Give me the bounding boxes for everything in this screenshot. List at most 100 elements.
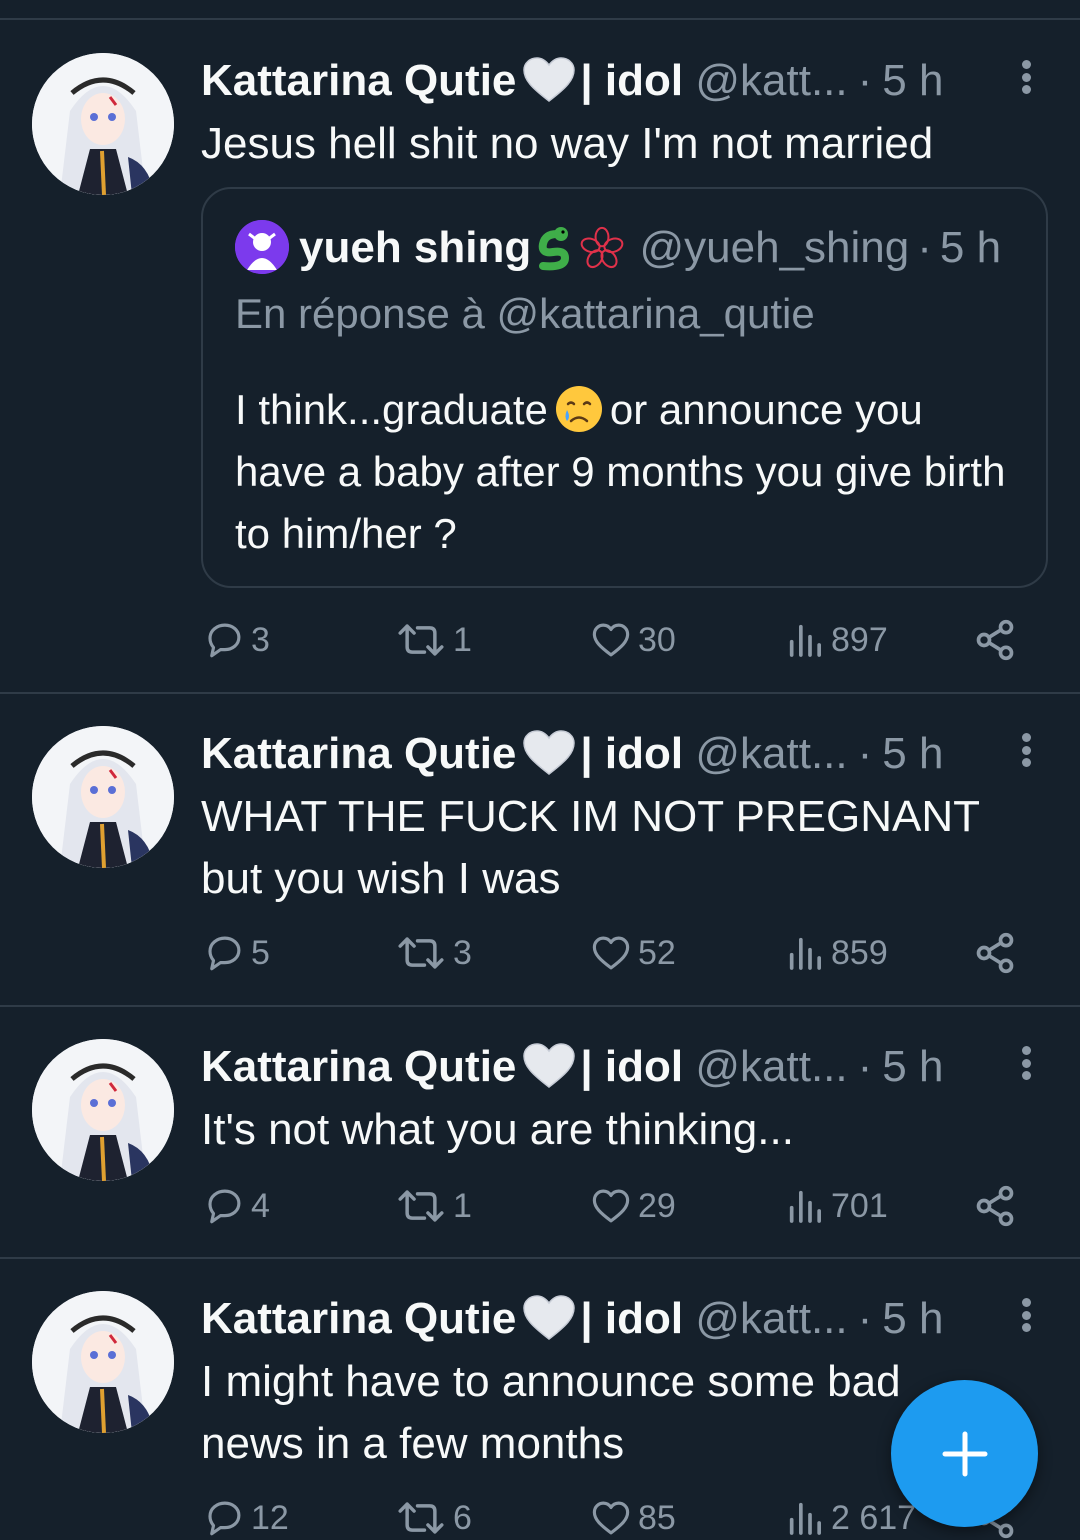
reply-icon [203, 1497, 245, 1539]
reply-button[interactable]: 4 [203, 1181, 270, 1231]
share-button[interactable] [973, 615, 1017, 665]
quoted-tweet[interactable]: yueh shing @yueh_shing · 5 h En réponse à … [201, 187, 1048, 588]
like-button[interactable]: 29 [590, 1181, 676, 1231]
views-icon [785, 932, 825, 974]
views-button[interactable]: 2 617 [785, 1493, 916, 1540]
share-button[interactable] [973, 1181, 1017, 1231]
display-name-suffix[interactable]: | idol [580, 729, 683, 778]
avatar[interactable] [32, 726, 174, 868]
handle[interactable]: @katt... [695, 729, 847, 778]
retweet-button[interactable]: 1 [395, 1181, 472, 1231]
reply-button[interactable]: 12 [203, 1493, 289, 1540]
retweet-count: 6 [453, 1498, 472, 1537]
display-name[interactable]: Kattarina Qutie [201, 1042, 516, 1091]
tweet[interactable]: Kattarina Qutie | idol @katt... · 5 h Jesus… [0, 21, 1080, 694]
more-options-icon[interactable] [1014, 1043, 1038, 1083]
like-button[interactable]: 52 [590, 928, 676, 978]
display-name[interactable]: Kattarina Qutie [201, 56, 516, 105]
reply-button[interactable]: 3 [203, 615, 270, 665]
like-button[interactable]: 85 [590, 1493, 676, 1540]
view-count: 701 [831, 1186, 888, 1225]
separator-dot: · [857, 56, 873, 105]
action-bar: 12 6 85 2 617 [201, 1493, 1021, 1540]
action-bar: 3 1 30 897 [201, 615, 1021, 665]
plus-icon [942, 1431, 987, 1476]
handle[interactable]: @katt... [695, 1294, 847, 1343]
like-button[interactable]: 30 [590, 615, 676, 665]
share-button[interactable] [973, 928, 1017, 978]
retweet-count: 1 [453, 620, 472, 659]
display-name-suffix[interactable]: | idol [580, 1042, 683, 1091]
more-options-icon[interactable] [1014, 1295, 1038, 1335]
avatar[interactable] [32, 53, 174, 195]
reply-count: 4 [251, 1186, 270, 1225]
retweet-count: 3 [453, 933, 472, 972]
display-name-suffix[interactable]: | idol [580, 56, 683, 105]
like-count: 85 [638, 1498, 676, 1537]
like-icon [590, 1497, 632, 1539]
tweet-header: Kattarina Qutie | idol @katt... · 5 h [201, 728, 1021, 780]
tweet[interactable]: Kattarina Qutie | idol @katt... · 5 h WHAT … [0, 694, 1080, 1007]
share-icon [973, 618, 1017, 662]
tweet-header: Kattarina Qutie | idol @katt... · 5 h [201, 1041, 1021, 1093]
like-icon [590, 932, 632, 974]
handle[interactable]: @katt... [695, 1042, 847, 1091]
reply-icon [203, 619, 245, 661]
views-icon [785, 1497, 825, 1539]
separator-dot: · [857, 729, 873, 778]
timestamp[interactable]: 5 h [882, 1294, 943, 1343]
views-button[interactable]: 859 [785, 928, 888, 978]
view-count: 2 617 [831, 1498, 917, 1537]
quoted-handle[interactable]: @yueh_shing [639, 223, 909, 272]
views-icon [785, 619, 825, 661]
quoted-display-name[interactable]: yueh shing [299, 223, 531, 272]
reply-count: 3 [251, 620, 270, 659]
views-button[interactable]: 701 [785, 1181, 888, 1231]
white-heart-icon [522, 730, 576, 776]
display-name[interactable]: Kattarina Qutie [201, 729, 516, 778]
quoted-tweet-header: yueh shing @yueh_shing · 5 h [235, 219, 1001, 277]
white-heart-icon [522, 57, 576, 103]
tweet-text-line: Jesus hell shit no way I'm not married [201, 119, 934, 168]
view-count: 859 [831, 933, 888, 972]
action-bar: 5 3 52 859 [201, 928, 1021, 978]
reply-context[interactable]: En réponse à @kattarina_qutie [235, 285, 815, 343]
retweet-button[interactable]: 6 [395, 1493, 472, 1540]
sakura-outline-icon [580, 226, 624, 269]
retweet-button[interactable]: 1 [395, 615, 472, 665]
views-icon [785, 1185, 825, 1227]
tweet-text: It's not what you are thinking... [201, 1099, 1021, 1161]
reply-icon [203, 932, 245, 974]
timestamp[interactable]: 5 h [882, 729, 943, 778]
reply-button[interactable]: 5 [203, 928, 270, 978]
compose-tweet-button[interactable] [891, 1380, 1038, 1527]
avatar[interactable] [32, 1291, 174, 1433]
avatar[interactable] [32, 1039, 174, 1181]
retweet-count: 1 [453, 1186, 472, 1225]
quoted-avatar[interactable] [235, 220, 289, 274]
reply-count: 5 [251, 933, 270, 972]
display-name[interactable]: Kattarina Qutie [201, 1294, 516, 1343]
more-options-icon[interactable] [1014, 57, 1038, 97]
like-count: 29 [638, 1186, 676, 1225]
separator-dot: · [857, 1042, 873, 1091]
retweet-icon [395, 1185, 447, 1227]
tweet-header: Kattarina Qutie | idol @katt... · 5 h [201, 1293, 1021, 1345]
retweet-icon [395, 932, 447, 974]
quoted-text-part: I think...graduate [235, 386, 548, 433]
quoted-timestamp[interactable]: 5 h [940, 223, 1001, 272]
timestamp[interactable]: 5 h [882, 56, 943, 105]
tweet[interactable]: Kattarina Qutie | idol @katt... · 5 h It's … [0, 1007, 1080, 1259]
timestamp[interactable]: 5 h [882, 1042, 943, 1091]
tweet-header: Kattarina Qutie | idol @katt... · 5 h [201, 55, 1021, 107]
more-options-icon[interactable] [1014, 730, 1038, 770]
tweet-text: WHAT THE FUCK IM NOT PREGNANT but you wi… [201, 786, 1021, 910]
handle[interactable]: @katt... [695, 56, 847, 105]
share-icon [973, 931, 1017, 975]
retweet-icon [395, 619, 447, 661]
retweet-button[interactable]: 3 [395, 928, 472, 978]
display-name-suffix[interactable]: | idol [580, 1294, 683, 1343]
views-button[interactable]: 897 [785, 615, 888, 665]
tweet-text: Jesus hell shit no way I'm not married [201, 113, 1021, 175]
top-divider [0, 0, 1080, 20]
